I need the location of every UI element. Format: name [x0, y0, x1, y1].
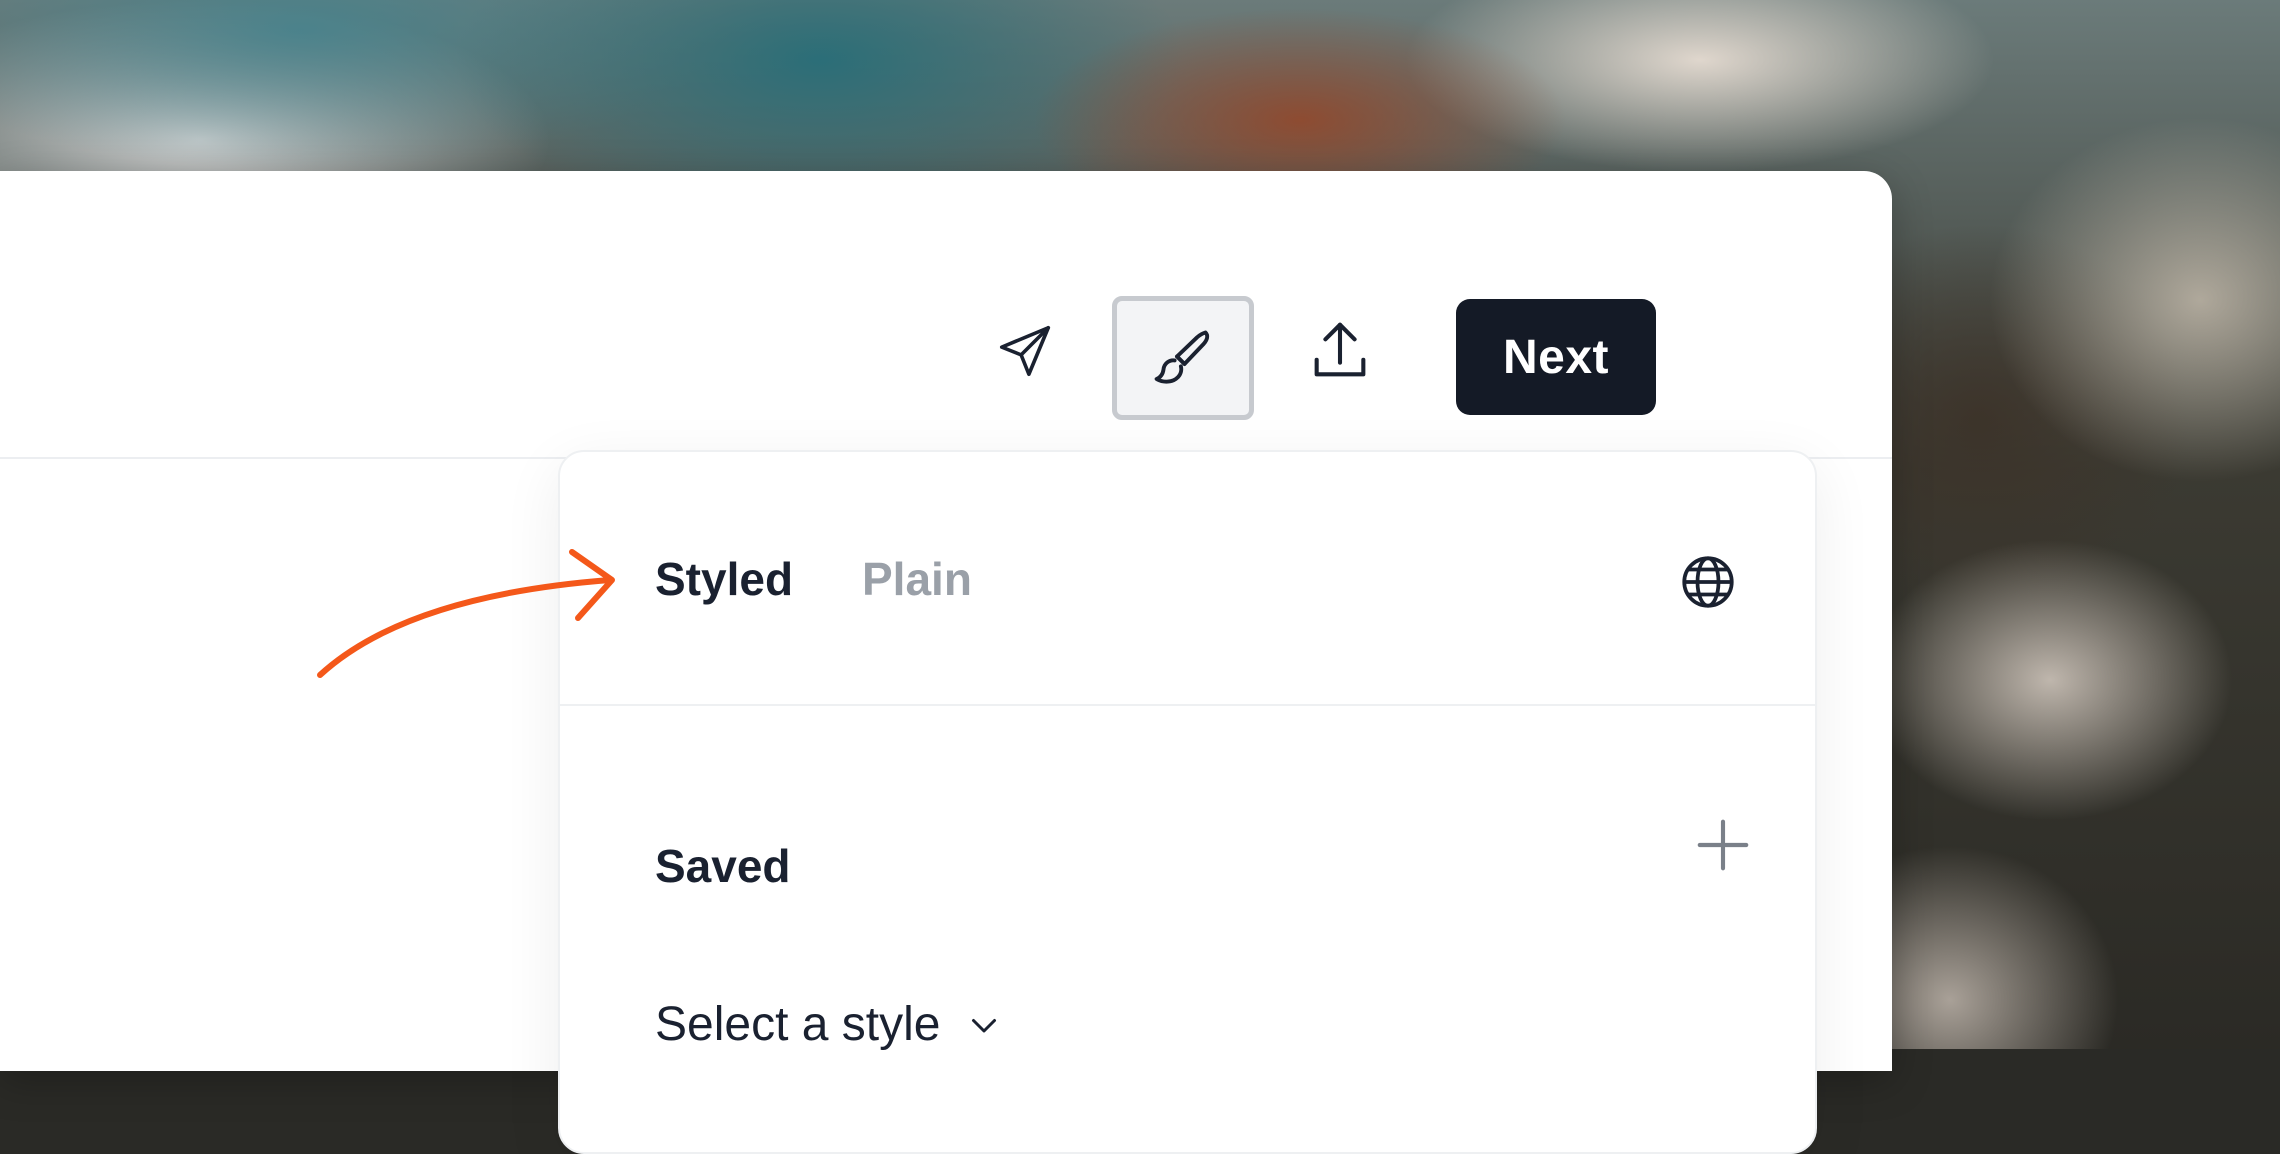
style-button[interactable] [1112, 296, 1254, 420]
panel-divider [560, 704, 1815, 706]
send-icon [999, 325, 1051, 377]
share-button[interactable] [1300, 296, 1380, 406]
style-select[interactable]: Select a style [655, 997, 1002, 1052]
next-button[interactable]: Next [1456, 299, 1656, 415]
upload-icon [1314, 322, 1366, 377]
send-button[interactable] [985, 296, 1065, 406]
tab-styled[interactable]: Styled [655, 552, 793, 606]
style-popover: Styled Plain Saved Select a style [558, 450, 1817, 1154]
annotation-arrow [317, 549, 615, 678]
paintbrush-icon [1154, 330, 1210, 384]
tab-plain[interactable]: Plain [862, 552, 972, 606]
plus-icon[interactable] [1692, 814, 1754, 876]
globe-icon[interactable] [1678, 552, 1738, 612]
chevron-down-icon [972, 1018, 997, 1032]
saved-section-title: Saved [655, 840, 791, 892]
style-select-label: Select a style [655, 998, 941, 1051]
